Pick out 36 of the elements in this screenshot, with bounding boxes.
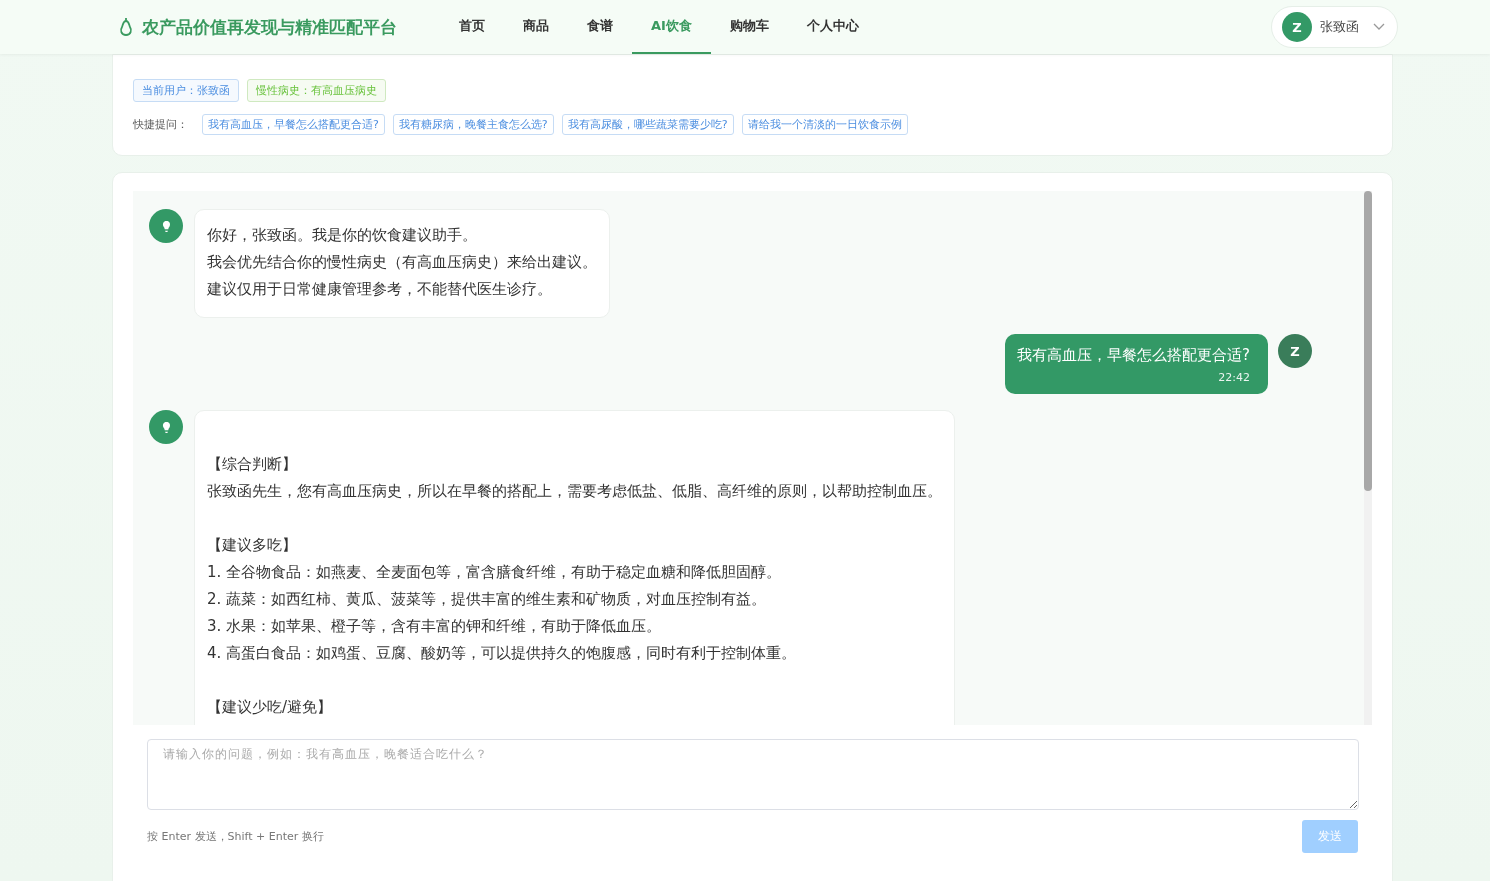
message-time: 22:42: [1218, 371, 1250, 384]
quick-question-button[interactable]: 我有高血压，早餐怎么搭配更合适?: [202, 114, 385, 135]
site-title: 农产品价值再发现与精准匹配平台: [142, 15, 397, 39]
pear-logo-icon: [118, 17, 134, 37]
message-text: 【建议多吃】: [207, 535, 298, 556]
quick-question-button[interactable]: 我有糖尿病，晚餐主食怎么选?: [392, 114, 554, 135]
assistant-avatar: [149, 209, 183, 243]
user-tag: 当前用户：张致函: [133, 79, 239, 102]
message-text: 3. 水果：如苹果、橙子等，含有丰富的钾和纤维，有助于降低血压。: [207, 616, 663, 637]
health-tag: 慢性病史：有高血压病史: [247, 79, 386, 102]
message-text: 建议仅用于日常健康管理参考，不能替代医生诊疗。: [207, 279, 553, 300]
nav-tab[interactable]: 个人中心: [787, 0, 878, 54]
message-text: 我有高血压，早餐怎么搭配更合适?: [1017, 346, 1250, 365]
question-input-field[interactable]: 请输入你的问题，例如：我有高血压，晚餐适合吃什么？: [147, 739, 1359, 810]
chevron-down-icon: [1373, 23, 1385, 31]
message-text: 【综合判断】: [207, 454, 298, 475]
nav-tab[interactable]: 首页: [440, 0, 504, 54]
message-text: 【建议少吃/避免】: [207, 697, 334, 718]
message-text: 2. 蔬菜：如西红柿、黄瓜、菠菜等，提供丰富的维生素和矿物质，对血压控制有益。: [207, 589, 768, 610]
quick-label: 快捷提问：: [133, 117, 188, 132]
assistant-avatar: [149, 410, 183, 444]
message-text: 1. 全谷物食品：如燕麦、全麦面包等，富含膳食纤维，有助于稳定血糖和降低胆固醇。: [207, 562, 783, 583]
user-avatar: Z: [1278, 334, 1312, 368]
input-hint: 按 Enter 发送，Shift + Enter 换行: [147, 829, 324, 844]
user-menu[interactable]: Z 张致函: [1271, 6, 1398, 48]
quick-question-button[interactable]: 我有高尿酸，哪些蔬菜需要少吃?: [561, 114, 734, 135]
message-text: 我会优先结合你的慢性病史（有高血压病史）来给出建议。: [207, 252, 597, 273]
scrollbar[interactable]: [1364, 191, 1372, 725]
message-text: 张致函先生，您有高血压病史，所以在早餐的搭配上，需要考虑低盐、低脂、高纤维的原则，以帮助控制血压。: [207, 481, 942, 502]
nav-tab[interactable]: 购物车: [710, 0, 788, 54]
user-avatar: Z: [1282, 12, 1312, 42]
nav-tab[interactable]: 食谱: [568, 0, 632, 54]
nav-tab[interactable]: 商品: [504, 0, 568, 54]
quick-question-button[interactable]: 请给我一个清淡的一日饮食示例: [741, 114, 908, 135]
message-text: 你好，张致函。我是你的饮食建议助手。: [207, 225, 478, 246]
message-text: 4. 高蛋白食品：如鸡蛋、豆腐、酸奶等，可以提供持久的饱腹感，同时有利于控制体重。: [207, 643, 798, 664]
